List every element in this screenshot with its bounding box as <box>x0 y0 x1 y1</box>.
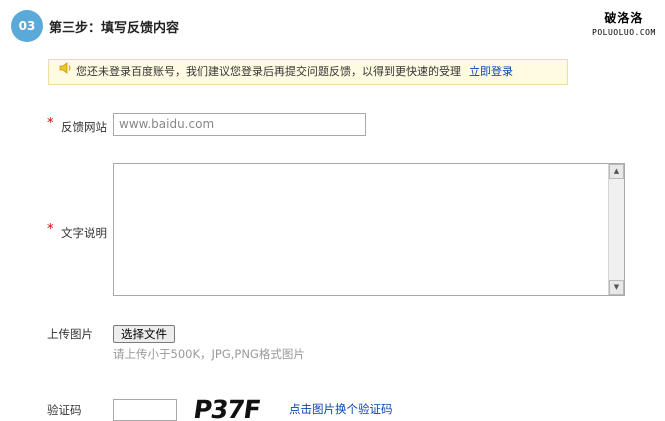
step-number-badge: 03 <box>11 10 43 42</box>
speaker-icon <box>59 59 73 83</box>
textarea-scrollbar[interactable]: ▲ ▼ <box>608 164 624 295</box>
captcha-input[interactable] <box>113 399 177 421</box>
login-link[interactable]: 立即登录 <box>469 65 513 78</box>
url-input[interactable]: www.baidu.com <box>113 113 366 136</box>
description-label: 文字说明 <box>61 226 107 240</box>
upload-label: 上传图片 <box>47 327 93 341</box>
watermark-text: 破洛洛 <box>604 11 644 25</box>
upload-hint: 请上传小于500K，JPG,PNG格式图片 <box>113 347 305 361</box>
scroll-up-icon[interactable]: ▲ <box>609 164 624 179</box>
description-textarea[interactable]: ▲ ▼ <box>113 163 625 296</box>
url-label: 反馈网站 <box>61 120 107 134</box>
required-mark: * <box>47 116 54 131</box>
scroll-down-icon[interactable]: ▼ <box>609 280 624 295</box>
captcha-refresh-link[interactable]: 点击图片换个验证码 <box>289 401 393 417</box>
watermark-url: POLUOLUO.COM <box>592 28 656 37</box>
login-notice: 您还未登录百度账号，我们建议您登录后再提交问题反馈，以得到更快速的受理 立即登录 <box>48 59 568 85</box>
step-title: 第三步：填写反馈内容 <box>49 21 180 36</box>
captcha-text: P37F <box>194 395 262 421</box>
captcha-image[interactable]: P37F <box>194 393 274 421</box>
watermark-logo: 破洛洛 POLUOLUO.COM <box>592 9 656 37</box>
notice-text: 您还未登录百度账号，我们建议您登录后再提交问题反馈，以得到更快速的受理 <box>76 65 461 78</box>
required-mark: * <box>47 222 54 237</box>
captcha-label: 验证码 <box>47 403 82 417</box>
choose-file-button[interactable]: 选择文件 <box>113 325 175 343</box>
